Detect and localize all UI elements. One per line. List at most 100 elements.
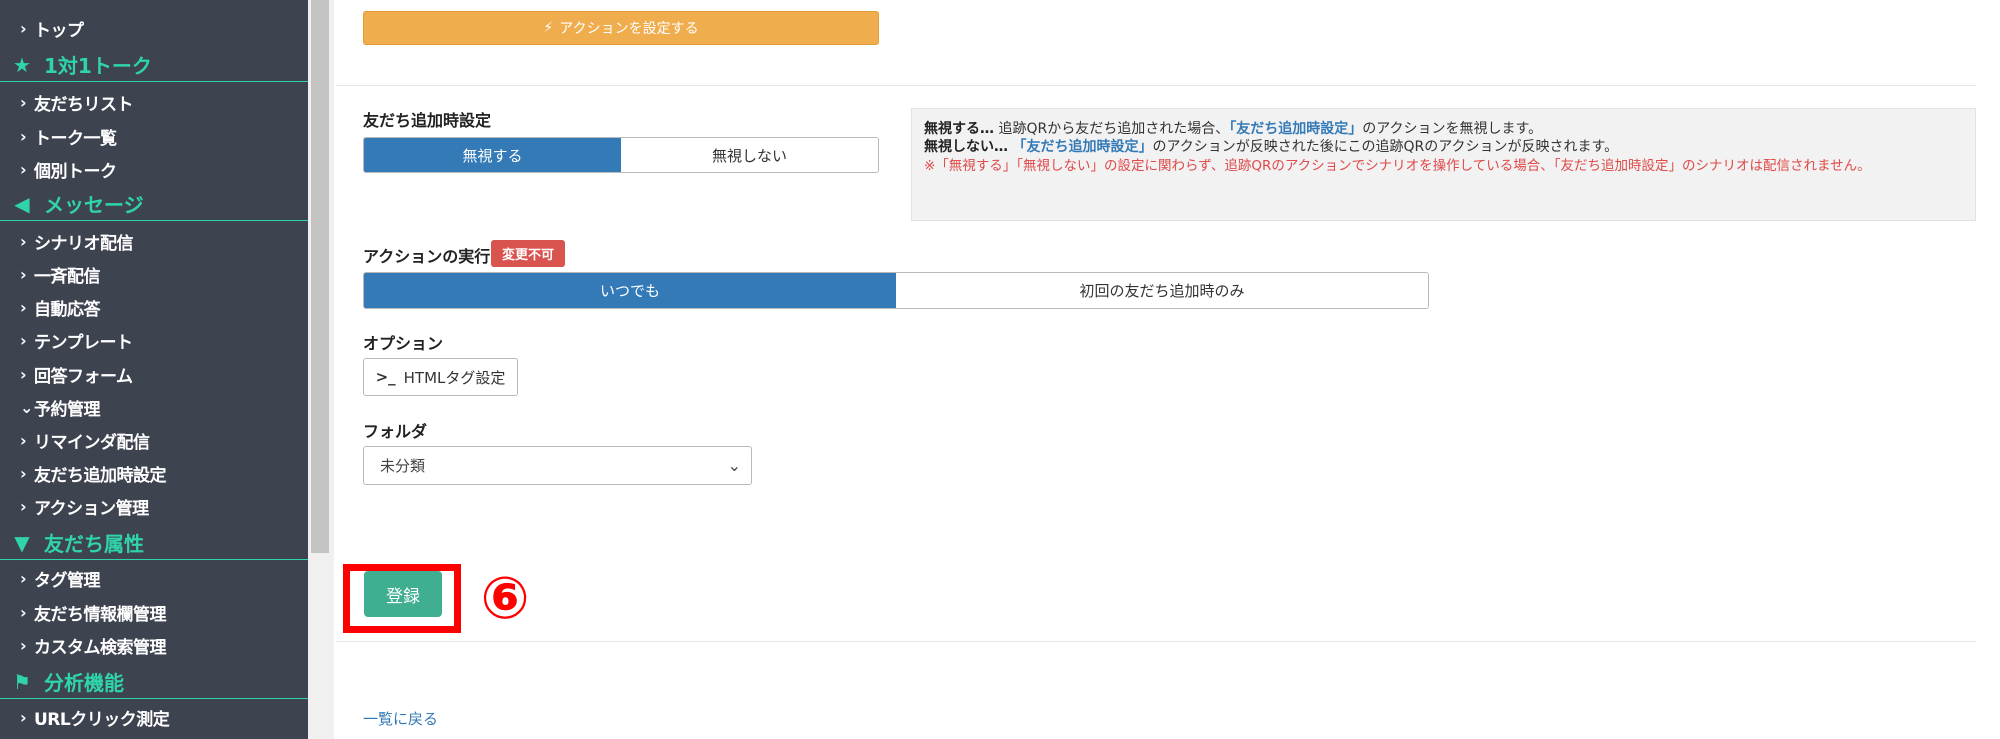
- not-editable-badge: 変更不可: [491, 240, 565, 267]
- sidebar-section-talk: ★ 1対1トーク: [0, 48, 308, 82]
- sidebar-item-label: 友だち追加時設定: [34, 466, 167, 486]
- chevron-right-icon: ›: [20, 603, 27, 622]
- sidebar-section-message: ◀ メッセージ: [0, 187, 308, 221]
- chevron-right-icon: ›: [20, 431, 27, 450]
- sidebar-item-friend-list[interactable]: › 友だちリスト: [0, 86, 308, 119]
- sidebar-item-tag-management[interactable]: › タグ管理: [0, 562, 308, 595]
- terminal-icon: >_: [375, 368, 396, 386]
- chevron-right-icon: ›: [20, 708, 27, 727]
- sidebar-section-label: 1対1トーク: [44, 54, 152, 78]
- sidebar-item-custom-search[interactable]: › カスタム検索管理: [0, 629, 308, 662]
- step-marker: ⑥: [480, 564, 530, 632]
- filter-icon: ▼: [14, 530, 30, 555]
- star-icon: ★: [13, 52, 31, 77]
- sidebar-item-reminder[interactable]: › リマインダ配信: [0, 424, 308, 457]
- sidebar-item-answer-form[interactable]: › 回答フォーム: [0, 358, 308, 391]
- info-term-ignore: 無視する…: [924, 121, 994, 137]
- option-label: オプション: [363, 334, 444, 353]
- sidebar-item-individual-talk[interactable]: › 個別トーク: [0, 153, 308, 186]
- sidebar-item-label: 回答フォーム: [34, 367, 133, 387]
- info-line-ignore: 無視する… 追跡QRから友だち追加された場合、「友だち追加時設定」のアクションを…: [924, 120, 1963, 138]
- chevron-right-icon: ›: [20, 265, 27, 284]
- friend-add-setting-label: 友だち追加時設定: [363, 111, 492, 130]
- set-action-button-label: アクションを設定する: [559, 21, 699, 37]
- folder-label: フォルダ: [363, 422, 428, 441]
- chevron-right-icon: ›: [20, 569, 27, 588]
- sidebar-item-label: リマインダ配信: [34, 433, 150, 453]
- chevron-right-icon: ›: [20, 497, 27, 516]
- sidebar-item-auto-reply[interactable]: › 自動応答: [0, 291, 308, 324]
- info-highlight: 「友だち追加時設定」: [1229, 121, 1363, 137]
- sidebar-section-attributes: ▼ 友だち属性: [0, 526, 308, 560]
- set-action-button[interactable]: ⚡ アクションを設定する: [363, 11, 879, 45]
- sidebar-item-label: 自動応答: [34, 300, 101, 320]
- sidebar-item-label: カスタム検索管理: [34, 638, 167, 658]
- option-ignore[interactable]: 無視する: [364, 138, 621, 172]
- chevron-right-icon: ›: [20, 93, 27, 112]
- sidebar-item-url-click[interactable]: › URLクリック測定: [0, 701, 308, 734]
- sidebar-item-friend-info[interactable]: › 友だち情報欄管理: [0, 596, 308, 629]
- html-tag-settings-label: HTMLタグ設定: [403, 368, 506, 387]
- chevron-right-icon: ›: [20, 365, 27, 384]
- sidebar-item-label: シナリオ配信: [34, 234, 134, 254]
- option-anytime[interactable]: いつでも: [364, 273, 896, 308]
- chevron-right-icon: ›: [20, 127, 27, 146]
- chevron-right-icon: ›: [20, 464, 27, 483]
- chevron-right-icon: ›: [20, 298, 27, 317]
- execution-toggle: いつでも 初回の友だち追加時のみ: [363, 272, 1429, 309]
- sidebar-section-label: 分析機能: [44, 671, 124, 695]
- sidebar-item-broadcast[interactable]: › 一斉配信: [0, 258, 308, 291]
- scrollbar-thumb[interactable]: [311, 0, 329, 553]
- info-note: ※「無視する」「無視しない」の設定に関わらず、追跡QRのアクションでシナリオを操…: [924, 158, 1871, 174]
- option-not-ignore[interactable]: 無視しない: [621, 138, 878, 172]
- chevron-right-icon: ›: [20, 232, 27, 251]
- action-execution-label: アクションの実行: [363, 247, 491, 266]
- info-text: のアクションが反映された後にこの追跡QRのアクションが反映されます。: [1152, 139, 1619, 155]
- chevron-right-icon: ›: [20, 331, 27, 350]
- chevron-right-icon: ›: [20, 160, 27, 179]
- sidebar-item-label: トップ: [34, 21, 84, 41]
- option-first-add-only[interactable]: 初回の友だち追加時のみ: [896, 273, 1428, 308]
- sidebar-item-label: 個別トーク: [34, 162, 117, 182]
- info-text: 追跡QRから友だち追加された場合、: [994, 121, 1230, 137]
- back-to-list-link[interactable]: 一覧に戻る: [363, 708, 438, 729]
- html-tag-settings-button[interactable]: >_ HTMLタグ設定: [363, 358, 518, 396]
- chevron-down-icon: ⌄: [727, 456, 741, 475]
- sidebar-item-talk-list[interactable]: › トーク一覧: [0, 120, 308, 153]
- sidebar-section-analytics: ⚑ 分析機能: [0, 665, 308, 699]
- chevron-right-icon: ›: [20, 636, 27, 655]
- info-term-not-ignore: 無視しない…: [924, 139, 1008, 155]
- sidebar-item-reservation[interactable]: ⌄ 予約管理: [0, 391, 308, 424]
- sidebar-item-label: トーク一覧: [34, 129, 117, 149]
- flag-icon: ⚑: [13, 669, 31, 694]
- sidebar-item-label: アクション管理: [34, 499, 149, 519]
- folder-select-value: 未分類: [380, 457, 426, 475]
- chevron-down-icon: ⌄: [20, 398, 33, 417]
- sidebar: › トップ ★ 1対1トーク › 友だちリスト › トーク一覧 › 個別トーク …: [0, 0, 308, 739]
- sidebar-item-action-management[interactable]: › アクション管理: [0, 490, 308, 523]
- sidebar-item-label: 友だち情報欄管理: [34, 605, 167, 625]
- info-highlight: 「友だち追加時設定」: [1012, 139, 1153, 155]
- bolt-icon: ⚡: [543, 20, 554, 36]
- sidebar-item-friend-add-settings[interactable]: › 友だち追加時設定: [0, 457, 308, 490]
- info-line-not-ignore: 無視しない… 「友だち追加時設定」のアクションが反映された後にこの追跡QRのアク…: [924, 138, 1963, 156]
- folder-select[interactable]: 未分類 ⌄: [363, 446, 752, 485]
- info-box: 無視する… 追跡QRから友だち追加された場合、「友だち追加時設定」のアクションを…: [911, 108, 1976, 221]
- sidebar-section-label: メッセージ: [44, 193, 144, 217]
- sidebar-item-label: 一斉配信: [34, 267, 101, 287]
- chevron-right-icon: ›: [20, 19, 27, 38]
- divider: [336, 85, 1976, 86]
- sidebar-item-scenario[interactable]: › シナリオ配信: [0, 225, 308, 258]
- megaphone-icon: ◀: [14, 191, 30, 216]
- friend-add-toggle: 無視する 無視しない: [363, 137, 879, 173]
- sidebar-item-label: 予約管理: [34, 400, 101, 420]
- sidebar-item-label: 友だちリスト: [34, 95, 134, 115]
- register-button[interactable]: 登録: [364, 571, 442, 617]
- sidebar-item-label: URLクリック測定: [34, 710, 170, 730]
- sidebar-item-top[interactable]: › トップ: [0, 12, 308, 45]
- sidebar-item-template[interactable]: › テンプレート: [0, 324, 308, 357]
- sidebar-item-label: テンプレート: [34, 333, 133, 353]
- sidebar-item-label: タグ管理: [34, 571, 101, 591]
- divider: [336, 641, 1976, 642]
- sidebar-section-label: 友だち属性: [44, 532, 144, 556]
